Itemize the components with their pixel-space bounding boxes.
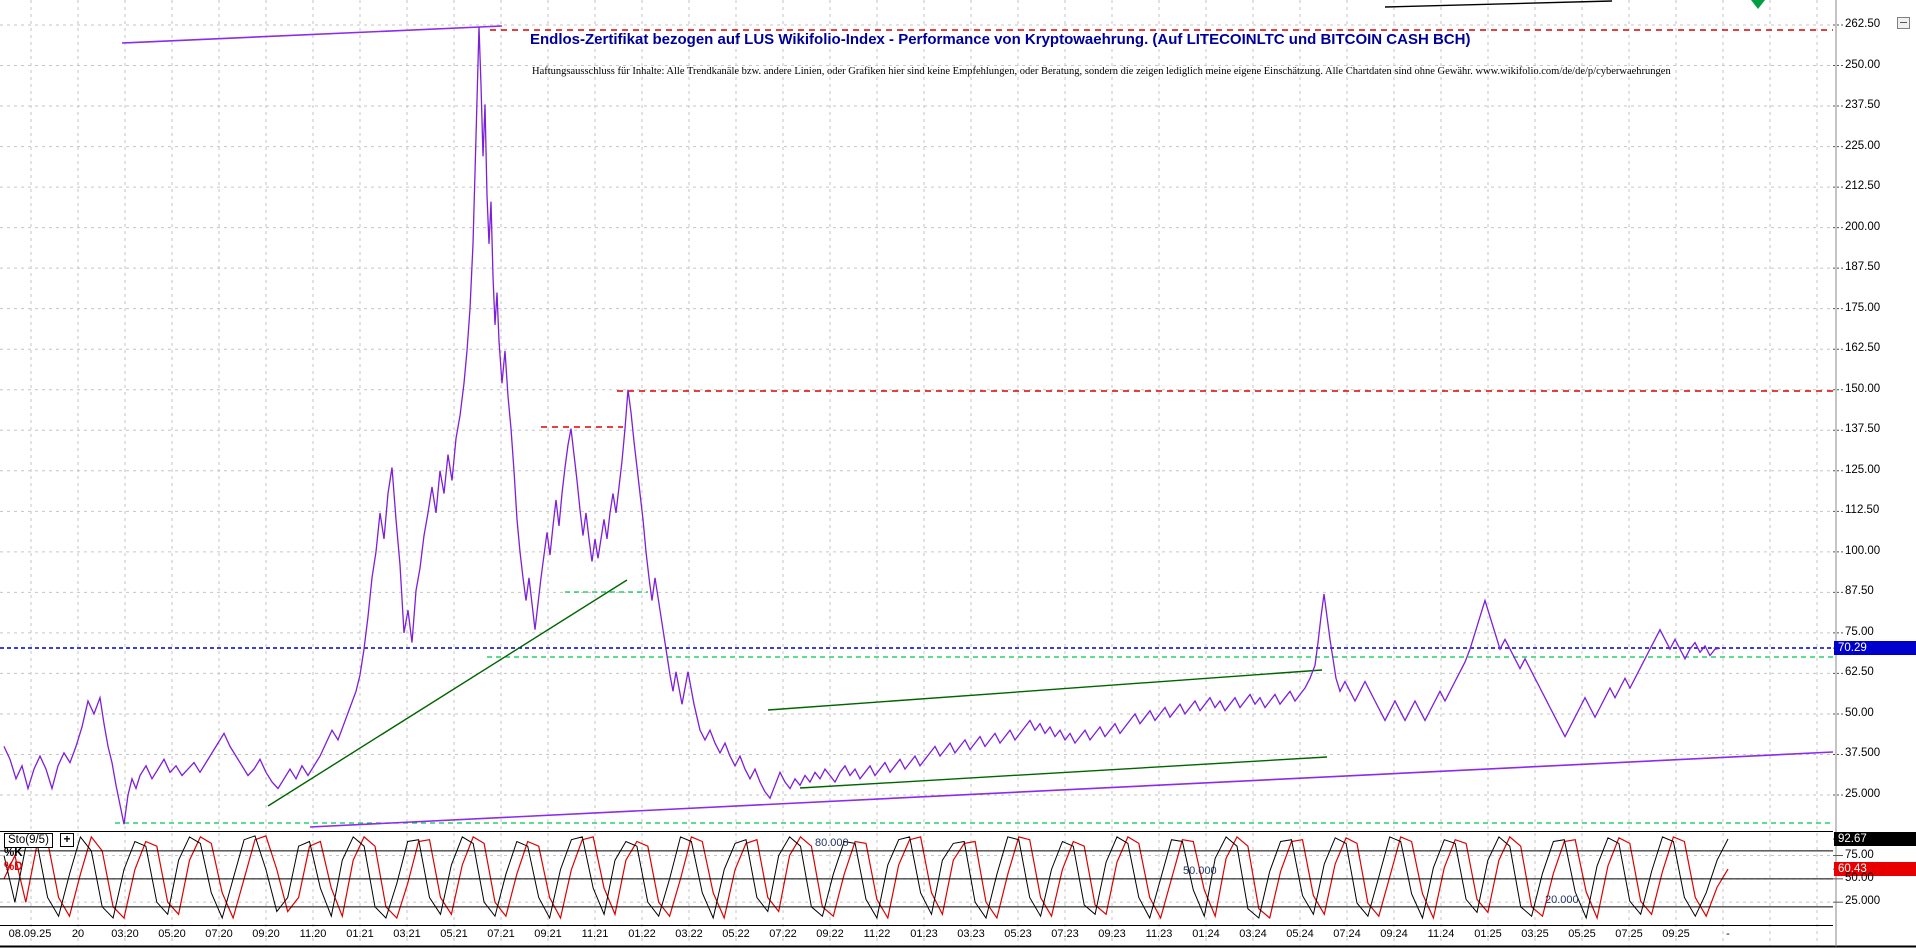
add-indicator-button[interactable]: + [60, 833, 74, 847]
date-axis-label: 09.22 [816, 928, 844, 940]
date-axis-label: 03.24 [1239, 928, 1267, 940]
date-axis-label: 05.23 [1004, 928, 1032, 940]
stoch-level-label: 80.000 [815, 837, 849, 849]
black-trendline-top [1385, 1, 1612, 7]
date-axis-label: 11.20 [300, 928, 327, 940]
date-axis-label: 07.22 [769, 928, 797, 940]
price-axis-label: 100.00 [1845, 545, 1880, 557]
price-axis-label: 187.50 [1845, 261, 1880, 273]
stoch-k-line [4, 836, 1728, 918]
collapse-icon[interactable] [1897, 17, 1910, 29]
price-axis-label: 162.50 [1845, 342, 1880, 354]
stoch-d-line [4, 836, 1728, 918]
chart-title: Endlos-Zertifikat bezogen auf LUS Wikifo… [530, 31, 1470, 48]
date-axis-label: 01.21 [346, 928, 374, 940]
price-axis-label: 137.50 [1845, 423, 1880, 435]
price-axis-label: 37.500 [1845, 747, 1880, 759]
purple-support-line [310, 752, 1833, 827]
stoch-value-badge: 92.67 [1834, 832, 1916, 846]
price-axis-label: 237.50 [1845, 99, 1880, 111]
stochastic-k-label: %K [4, 847, 23, 859]
price-axis-label: 200.00 [1845, 221, 1880, 233]
date-axis-label: 05.25 [1568, 928, 1596, 940]
date-axis-label: - [1726, 928, 1730, 940]
date-axis-label: 07.24 [1333, 928, 1361, 940]
price-axis-label: 87.50 [1845, 585, 1874, 597]
date-axis-label: 07.21 [487, 928, 515, 940]
stochastic-indicator-label[interactable]: Sto(9/5) [4, 833, 53, 848]
stoch-axis-label: 50.00 [1845, 872, 1874, 884]
price-axis-label: 50.00 [1845, 707, 1874, 719]
green-trendline-3 [800, 757, 1327, 788]
price-axis-label: 225.00 [1845, 140, 1880, 152]
date-axis-label: 01.24 [1192, 928, 1220, 940]
date-axis-label: 11.21 [582, 928, 609, 940]
chart-disclaimer: Haftungsausschluss für Inhalte: Alle Tre… [532, 66, 1671, 77]
date-axis-label: 03.21 [393, 928, 421, 940]
stoch-level-label: 20.000 [1545, 894, 1579, 906]
stoch-axis-label: 75.00 [1845, 849, 1874, 861]
purple-channel-top [122, 26, 502, 43]
date-axis-label: 09.25 [1662, 928, 1690, 940]
date-axis-label: 09.21 [534, 928, 562, 940]
current-price-badge: 70.29 [1834, 641, 1916, 655]
date-axis-label: 09.24 [1380, 928, 1408, 940]
date-axis-label: 09.23 [1098, 928, 1126, 940]
date-axis-label: 03.20 [111, 928, 139, 940]
date-axis-label: 03.25 [1521, 928, 1549, 940]
date-axis-label: 09.20 [252, 928, 280, 940]
date-axis-label: 11.23 [1146, 928, 1173, 940]
price-axis-label: 25.000 [1845, 788, 1880, 800]
price-axis-label: 212.50 [1845, 180, 1880, 192]
date-axis-label: 01.22 [628, 928, 656, 940]
date-axis-label: 11.22 [864, 928, 891, 940]
stochastic-d-label: %D [4, 861, 23, 873]
date-axis-label: 03.23 [957, 928, 985, 940]
price-axis-label: 175.00 [1845, 302, 1880, 314]
price-axis-label: 250.00 [1845, 59, 1880, 71]
date-axis-label: 20 [72, 928, 84, 940]
date-axis-label: 07.25 [1615, 928, 1643, 940]
chart-canvas [0, 0, 1916, 948]
date-axis-label: 05.21 [440, 928, 468, 940]
chart-window: Endlos-Zertifikat bezogen auf LUS Wikifo… [0, 0, 1916, 948]
price-axis-label: 62.50 [1845, 666, 1874, 678]
date-axis-label: 08.09.25 [9, 928, 52, 940]
price-axis-label: 262.50 [1845, 18, 1880, 30]
date-axis-label: 11.24 [1428, 928, 1455, 940]
date-axis-label: 05.24 [1286, 928, 1314, 940]
date-axis-label: 01.23 [910, 928, 938, 940]
stoch-level-label: 50.000 [1183, 865, 1217, 877]
green-trendline-1 [268, 580, 627, 806]
date-axis-label: 05.22 [722, 928, 750, 940]
price-axis-label: 150.00 [1845, 383, 1880, 395]
date-axis-label: 05.20 [158, 928, 186, 940]
date-axis-label: 07.23 [1051, 928, 1079, 940]
price-axis-label: 112.50 [1845, 504, 1879, 516]
stoch-axis-label: 25.000 [1845, 895, 1880, 907]
price-axis-label: 125.00 [1845, 464, 1880, 476]
date-axis-label: 03.22 [675, 928, 703, 940]
date-axis-label: 01.25 [1474, 928, 1502, 940]
date-axis-label: 07.20 [205, 928, 233, 940]
green-arrow-icon [1751, 0, 1765, 9]
price-axis-label: 75.00 [1845, 626, 1874, 638]
